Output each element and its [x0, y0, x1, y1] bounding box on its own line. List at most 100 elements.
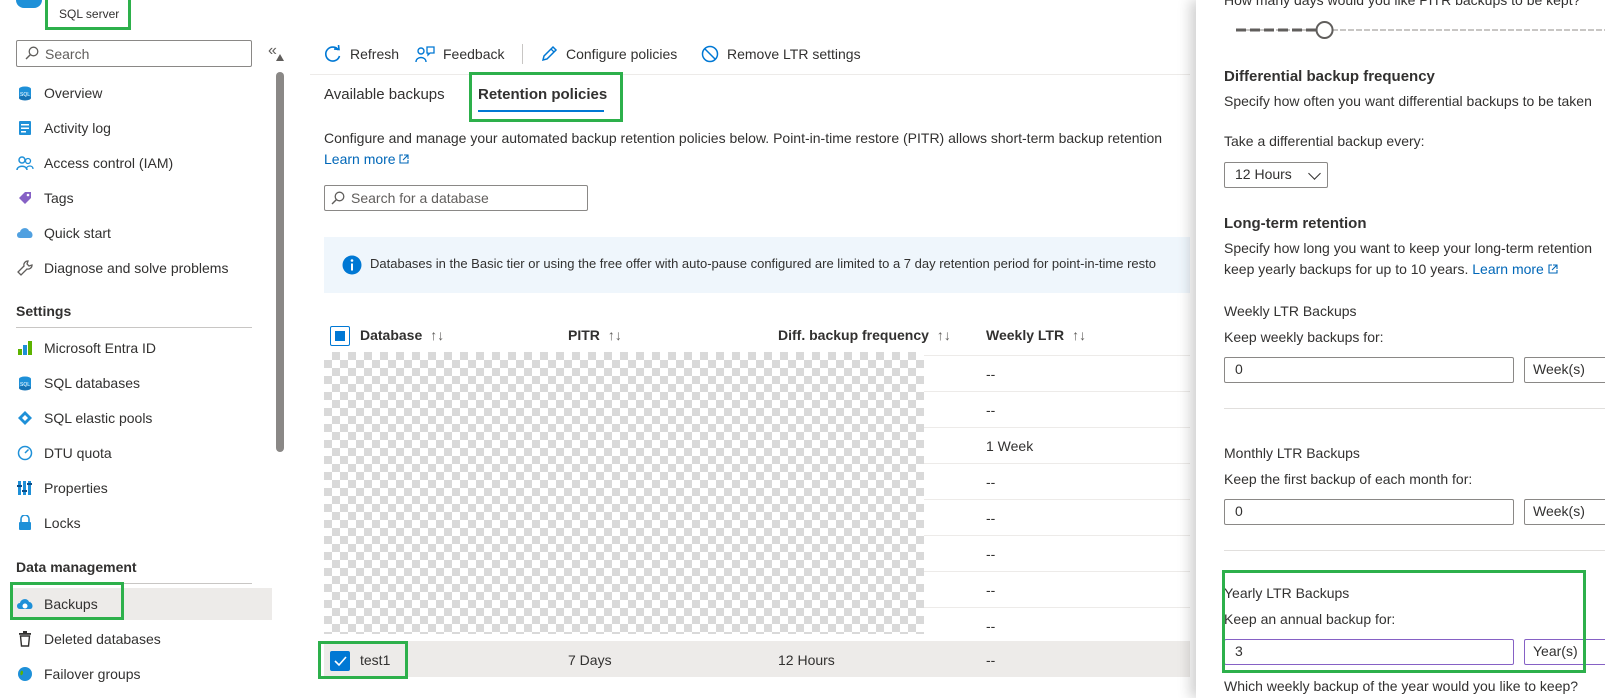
nav-item-dtu-quota[interactable]: DTU quota — [16, 437, 272, 469]
nav-item-elastic-pools[interactable]: SQL elastic pools — [16, 402, 272, 434]
sql-server-icon — [16, 0, 42, 8]
nav-item-deleted-databases[interactable]: Deleted databases — [16, 623, 272, 655]
divider — [16, 327, 252, 328]
nav-item-label: SQL databases — [44, 375, 140, 391]
yearly-ltr-input[interactable]: 3 — [1224, 639, 1514, 665]
nav-item-label: Access control (IAM) — [44, 155, 174, 171]
database-name-cell[interactable]: test1 — [360, 652, 390, 668]
monthly-ltr-label: Keep the first backup of each month for: — [1224, 471, 1473, 487]
nav-item-backups[interactable]: Backups — [10, 588, 272, 620]
nav-item-diagnose[interactable]: Diagnose and solve problems — [16, 252, 272, 284]
pitr-slider[interactable] — [1236, 21, 1605, 39]
nav-item-label: Quick start — [44, 225, 111, 241]
diff-backup-label: Take a differential backup every: — [1224, 133, 1425, 149]
learn-more-link[interactable]: Learn more — [324, 151, 410, 167]
checkmark-icon — [334, 656, 347, 667]
ltr-learn-more-link[interactable]: Learn more — [1472, 261, 1544, 277]
toolbar-divider — [310, 74, 1190, 75]
redacted-area — [324, 352, 924, 634]
search-icon — [331, 191, 345, 205]
nav-search-input[interactable]: Search — [16, 40, 252, 67]
diff-backup-title: Differential backup frequency — [1224, 68, 1435, 85]
column-header-diff-backup[interactable]: Diff. backup frequency ↑↓ — [778, 327, 951, 343]
column-header-label: Diff. backup frequency — [778, 327, 929, 343]
tab-available-backups[interactable]: Available backups — [324, 86, 445, 103]
sort-icon[interactable]: ↑↓ — [937, 327, 951, 343]
pencil-icon — [541, 45, 558, 62]
column-header-weekly-ltr[interactable]: Weekly LTR ↑↓ — [986, 327, 1086, 343]
feedback-button[interactable]: Feedback — [415, 42, 504, 66]
nav-item-tags[interactable]: Tags — [16, 182, 272, 214]
weekly-ltr-label: Keep weekly backups for: — [1224, 329, 1384, 345]
weekly-ltr-input[interactable]: 0 — [1224, 357, 1514, 383]
table-row-selected[interactable] — [324, 641, 1190, 677]
nav-item-locks[interactable]: Locks — [16, 507, 272, 539]
nav-item-sql-databases[interactable]: SQL SQL databases — [16, 367, 272, 399]
diff-backup-frequency-value: 12 Hours — [1235, 166, 1292, 182]
scroll-up-arrow-icon[interactable] — [276, 54, 284, 61]
wrench-icon — [16, 259, 34, 277]
weekly-ltr-unit-select[interactable]: Week(s) — [1524, 357, 1605, 383]
feedback-label: Feedback — [443, 46, 505, 62]
diff-backup-description: Specify how often you want differential … — [1224, 93, 1592, 109]
elastic-pool-icon — [16, 409, 34, 427]
svg-text:SQL: SQL — [20, 92, 30, 98]
cloud-icon — [16, 224, 34, 242]
nav-scrollbar[interactable] — [276, 54, 284, 698]
nav-item-entra-id[interactable]: Microsoft Entra ID — [16, 332, 272, 364]
sort-icon[interactable]: ↑↓ — [608, 327, 622, 343]
nav-item-label: Backups — [44, 596, 98, 612]
nav-item-label: Microsoft Entra ID — [44, 340, 157, 356]
external-link-icon — [1548, 264, 1558, 274]
tab-retention-policies[interactable]: Retention policies — [478, 86, 607, 103]
ltr-title: Long-term retention — [1224, 215, 1367, 232]
database-search-input[interactable]: Search for a database — [324, 185, 588, 211]
diff-backup-cell: 12 Hours — [778, 652, 835, 668]
row-checkbox[interactable] — [330, 651, 350, 671]
refresh-icon — [325, 45, 341, 62]
pitr-question: How many days would you like PITR backup… — [1224, 0, 1581, 8]
prohibited-icon — [701, 45, 719, 63]
scrollbar-thumb[interactable] — [276, 72, 284, 452]
divider — [1224, 550, 1605, 551]
pitr-slider-track[interactable] — [1236, 21, 1605, 39]
nav-item-overview[interactable]: SQL Overview — [16, 77, 272, 109]
monthly-ltr-input[interactable]: 0 — [1224, 499, 1514, 525]
sort-icon[interactable]: ↑↓ — [1072, 327, 1086, 343]
weekly-ltr-cell: -- — [986, 366, 996, 382]
sql-icon: SQL — [16, 374, 34, 392]
weekly-ltr-cell: -- — [986, 402, 996, 418]
slider-thumb[interactable] — [1315, 21, 1334, 39]
sort-icon[interactable]: ↑↓ — [430, 327, 444, 343]
nav-item-failover-groups[interactable]: Failover groups — [16, 658, 272, 690]
activity-log-icon — [16, 119, 34, 137]
nav-item-activity-log[interactable]: Activity log — [16, 112, 272, 144]
svg-text:SQL: SQL — [20, 382, 30, 388]
nav-search-placeholder: Search — [45, 46, 90, 62]
weekly-ltr-title: Weekly LTR Backups — [1224, 303, 1357, 319]
nav-item-quick-start[interactable]: Quick start — [16, 217, 272, 249]
configure-policies-button[interactable]: Configure policies — [540, 42, 677, 66]
people-icon — [16, 154, 34, 172]
remove-ltr-settings-button[interactable]: Remove LTR settings — [701, 42, 861, 66]
divider — [1224, 408, 1605, 409]
monthly-ltr-unit-select[interactable]: Week(s) — [1524, 499, 1605, 525]
yearly-ltr-unit-select[interactable]: Year(s) — [1524, 639, 1605, 665]
nav-item-access-control[interactable]: Access control (IAM) — [16, 147, 272, 179]
selected-tab-indicator — [478, 110, 604, 112]
column-header-pitr[interactable]: PITR ↑↓ — [568, 327, 622, 343]
indeterminate-mark — [335, 331, 345, 341]
column-header-database[interactable]: Database ↑↓ — [360, 327, 444, 343]
properties-icon — [16, 479, 34, 497]
refresh-button[interactable]: Refresh — [324, 42, 399, 66]
weekly-ltr-cell: -- — [986, 510, 996, 526]
diff-backup-frequency-select[interactable]: 12 Hours — [1224, 162, 1328, 188]
nav-item-label: Locks — [44, 515, 81, 531]
ltr-description-2: keep yearly backups for up to 10 years. … — [1224, 261, 1558, 277]
nav-item-properties[interactable]: Properties — [16, 472, 272, 504]
ltr-description-text: keep yearly backups for up to 10 years. — [1224, 261, 1469, 277]
feedback-icon — [415, 46, 435, 63]
yearly-week-question: Which weekly backup of the year would yo… — [1224, 678, 1579, 694]
select-all-checkbox[interactable] — [330, 326, 350, 346]
configure-policies-panel: How many days would you like PITR backup… — [1196, 0, 1605, 698]
